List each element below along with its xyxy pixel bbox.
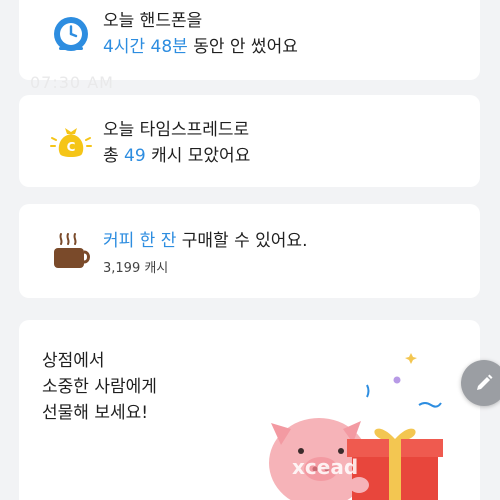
- coffee-accent: 커피 한 잔: [103, 231, 177, 251]
- shop-line-1: 상점에서: [42, 351, 105, 371]
- phone-usage-tail: 동안 안 썼어요: [193, 37, 298, 57]
- cash-amount: 49: [124, 146, 146, 166]
- pencil-icon: [477, 374, 493, 390]
- coin-bag-icon: C: [47, 118, 95, 166]
- phone-usage-title: 오늘 핸드폰을: [103, 11, 203, 31]
- edit-button[interactable]: [461, 360, 500, 406]
- coffee-price: 3,199 캐시: [103, 261, 169, 276]
- phone-usage-card[interactable]: 오늘 핸드폰을 4시간 48분 동안 안 썼어요: [19, 0, 480, 80]
- cash-suffix: 캐시 모았어요: [151, 146, 251, 166]
- phone-usage-minutes: 48분: [150, 37, 188, 57]
- coffee-card[interactable]: 커피 한 잔 구매할 수 있어요. 3,199 캐시: [19, 204, 480, 298]
- coffee-title: 커피 한 잔 구매할 수 있어요.: [103, 230, 307, 252]
- watermark-text: xcead: [292, 455, 359, 479]
- svg-text:C: C: [67, 140, 76, 154]
- coffee-tail: 구매할 수 있어요.: [181, 231, 308, 251]
- shop-line-2: 소중한 사람에게: [42, 377, 157, 397]
- shop-promo-text: 상점에서 소중한 사람에게 선물해 보세요!: [42, 348, 157, 426]
- cash-prefix: 총: [103, 146, 119, 166]
- coffee-cup-icon: [47, 228, 95, 276]
- cash-collected-card[interactable]: C 오늘 타임스프레드로 총 49 캐시 모았어요: [19, 95, 480, 187]
- phone-usage-hours: 4시간: [103, 37, 146, 57]
- phone-usage-detail: 4시간 48분 동안 안 썼어요: [103, 36, 298, 58]
- pig-with-gift-illustration: [269, 353, 443, 500]
- clock-phone-icon: [47, 10, 95, 58]
- cash-title: 오늘 타임스프레드로: [103, 120, 250, 140]
- shop-promo-card[interactable]: 상점에서 소중한 사람에게 선물해 보세요!: [19, 320, 480, 500]
- shop-line-3: 선물해 보세요!: [42, 403, 149, 423]
- cash-detail: 총 49 캐시 모았어요: [103, 145, 250, 167]
- background-clock-text: 07:30 AM: [30, 73, 114, 92]
